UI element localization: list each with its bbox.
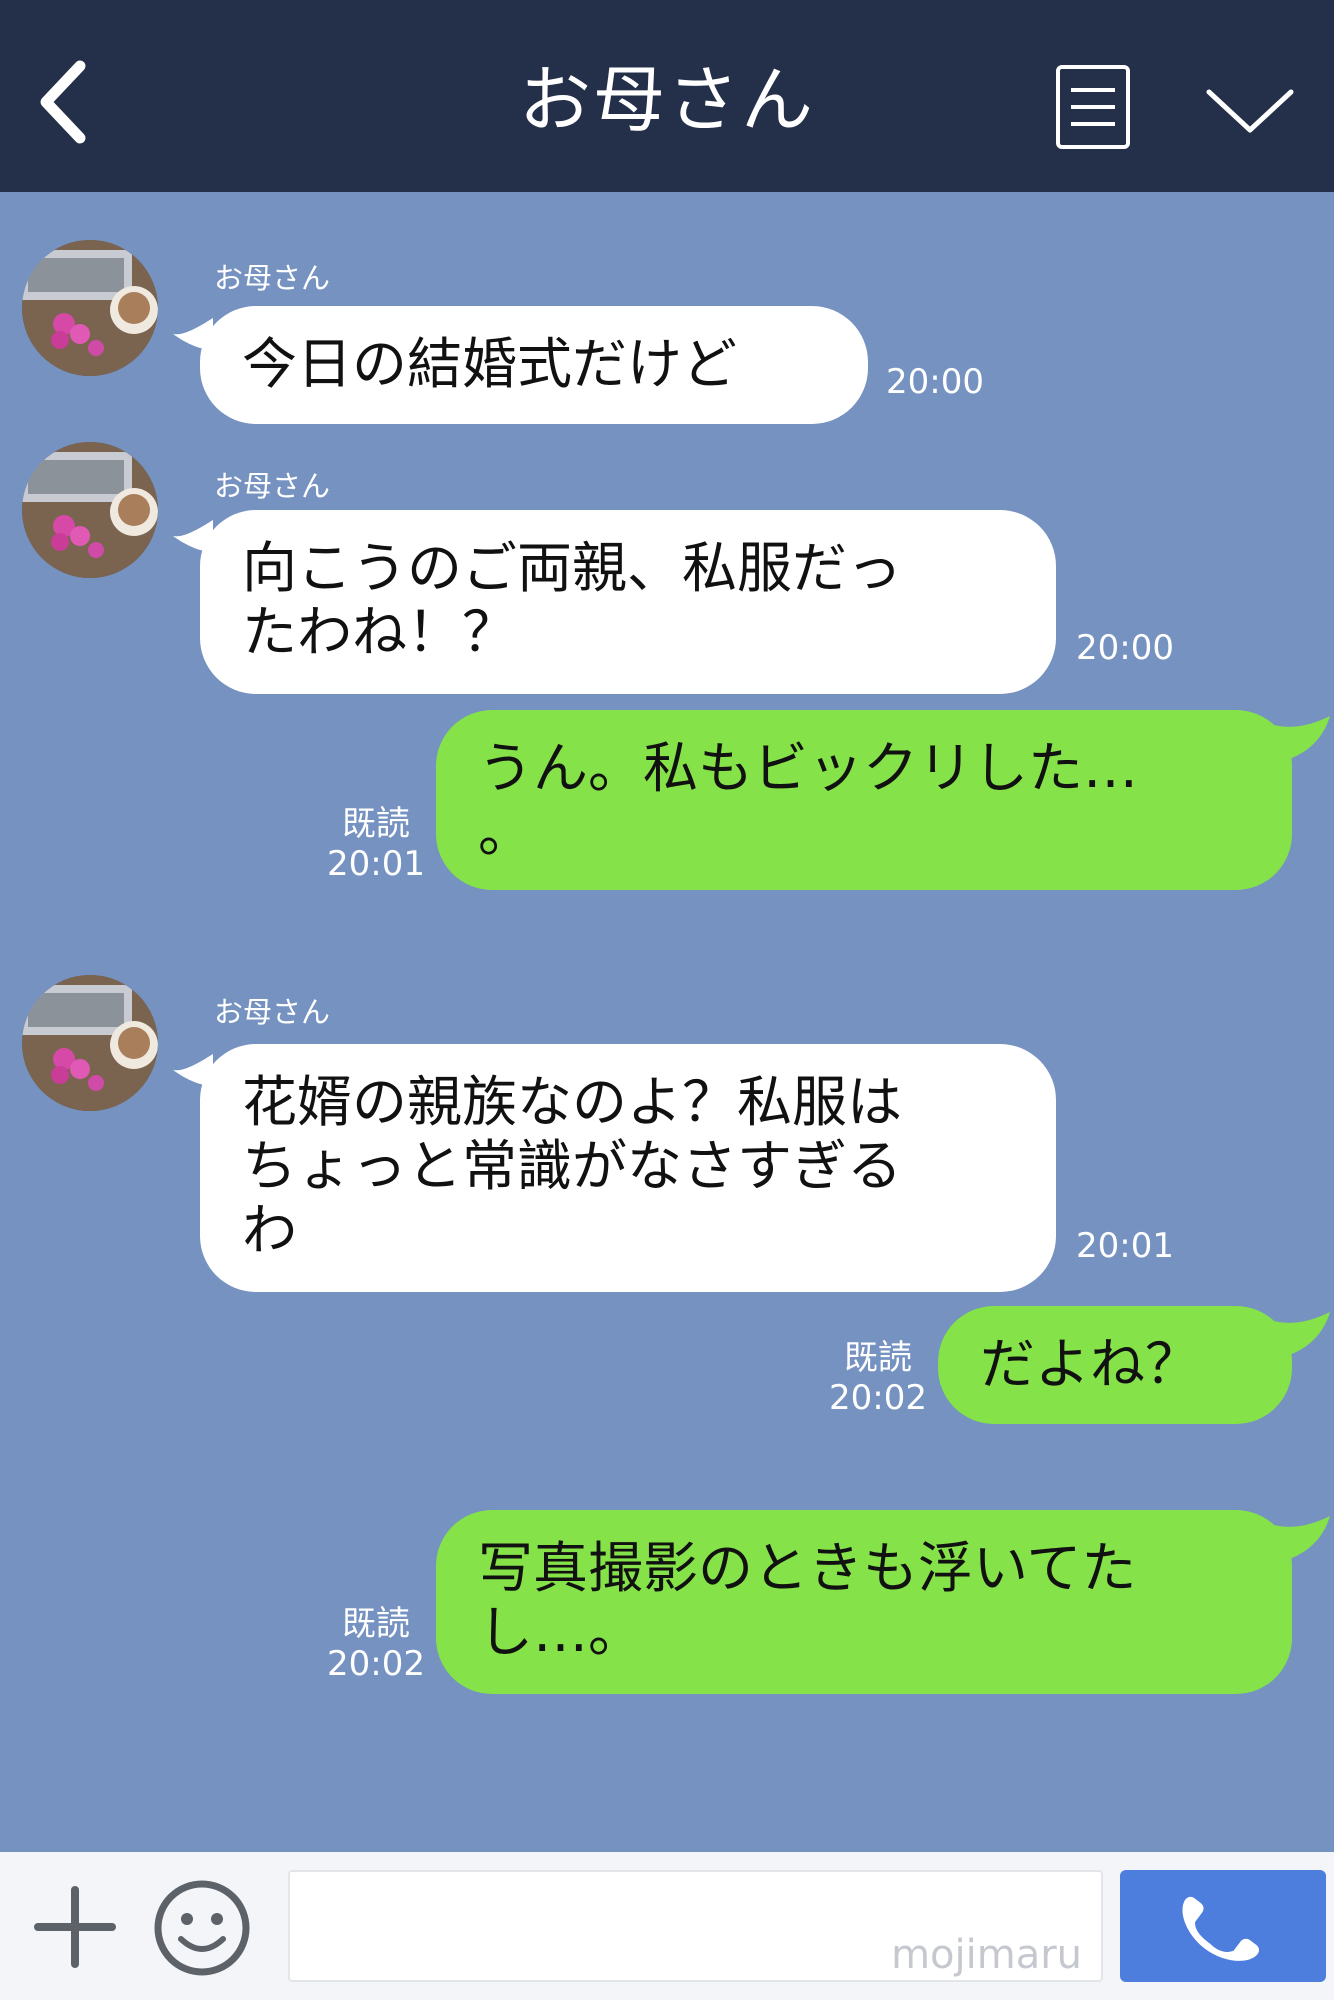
avatar-photo-icon: [22, 442, 158, 578]
sender-name: お母さん: [214, 261, 331, 295]
avatar-photo-icon: [22, 240, 158, 376]
message-bubble-incoming[interactable]: 花婿の親族なのよ？私服は ちょっと常識がなさすぎる わ: [200, 1044, 1056, 1292]
message-time: 20:02: [829, 1378, 927, 1418]
call-button[interactable]: [1120, 1870, 1326, 1982]
message-time: 20:02: [327, 1644, 425, 1684]
menu-button[interactable]: [1055, 64, 1131, 150]
sender-name: お母さん: [214, 995, 331, 1029]
message-time: 20:01: [327, 844, 425, 884]
bubble-tail: [1270, 716, 1330, 762]
message-read-time: 既読 20:01: [326, 804, 426, 884]
smiley-icon: [154, 1880, 250, 1976]
emoji-button[interactable]: [153, 1879, 251, 1977]
message-time: 20:00: [886, 362, 984, 402]
read-receipt: 既読: [342, 1604, 410, 1644]
read-receipt: 既読: [844, 1338, 912, 1378]
message-read-time: 既読 20:02: [828, 1338, 928, 1418]
phone-icon: [1182, 1896, 1260, 1961]
avatar-photo-icon: [22, 975, 158, 1111]
plus-icon: [34, 1886, 116, 1968]
message-bubble-incoming[interactable]: 今日の結婚式だけど: [200, 306, 868, 424]
menu-list-icon: [1056, 65, 1130, 149]
avatar[interactable]: [22, 240, 158, 376]
message-bubble-incoming[interactable]: 向こうのご両親、私服だっ たわね！？: [200, 510, 1056, 694]
add-button[interactable]: [30, 1882, 120, 1972]
sender-name: お母さん: [214, 469, 331, 503]
collapse-button[interactable]: [1205, 80, 1295, 140]
watermark-text: mojimaru: [891, 1932, 1082, 1978]
message-bubble-outgoing[interactable]: 写真撮影のときも浮いてた し…。: [436, 1510, 1292, 1694]
message-read-time: 既読 20:02: [326, 1604, 426, 1684]
chat-title: お母さん: [518, 58, 815, 142]
chat-header: お母さん: [0, 0, 1334, 192]
message-bubble-outgoing[interactable]: うん。私もビックリした… 。: [436, 710, 1292, 890]
message-composer: mojimaru: [0, 1852, 1334, 2000]
message-bubble-outgoing[interactable]: だよね？: [938, 1306, 1292, 1424]
bubble-tail: [1270, 1312, 1330, 1358]
message-time: 20:00: [1076, 628, 1174, 668]
avatar[interactable]: [22, 442, 158, 578]
chevron-down-icon: [1206, 89, 1294, 133]
bubble-tail: [1270, 1516, 1330, 1562]
read-receipt: 既読: [342, 804, 410, 844]
avatar[interactable]: [22, 975, 158, 1111]
message-time: 20:01: [1076, 1226, 1174, 1266]
